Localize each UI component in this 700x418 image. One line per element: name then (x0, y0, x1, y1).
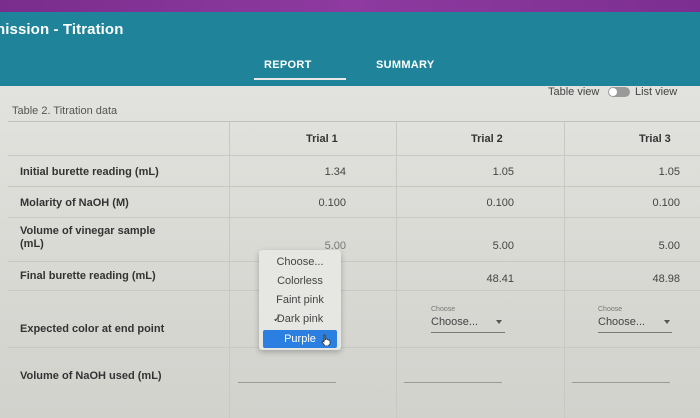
cell-vinegar-trial-2[interactable]: 5.00 (474, 240, 514, 252)
cell-final-trial-2[interactable]: 48.41 (474, 273, 514, 285)
top-accent-bar (0, 0, 700, 12)
select-underline (598, 332, 672, 333)
column-divider (229, 122, 230, 418)
cell-initial-trial-3[interactable]: 1.05 (640, 166, 680, 178)
row-label-final-burette: Final burette reading (mL) (20, 270, 156, 282)
table-caption: Table 2. Titration data (12, 105, 118, 117)
row-label-initial-burette: Initial burette reading (mL) (20, 166, 159, 178)
page-title: nission - Titration (0, 21, 124, 38)
cell-initial-trial-1[interactable]: 1.34 (306, 166, 346, 178)
cell-molarity-trial-3[interactable]: 0.100 (640, 197, 680, 209)
cell-vinegar-trial-3[interactable]: 5.00 (640, 240, 680, 252)
chevron-down-icon (664, 320, 670, 324)
cell-molarity-trial-1[interactable]: 0.100 (306, 197, 346, 209)
cell-molarity-trial-2[interactable]: 0.100 (474, 197, 514, 209)
color-select-trial-3[interactable]: Choose Choose... (598, 306, 672, 336)
select-value[interactable]: Choose... (431, 316, 478, 328)
column-divider (564, 122, 565, 418)
column-header-trial-1: Trial 1 (306, 133, 338, 145)
row-label-expected-color: Expected color at end point (20, 323, 165, 335)
select-value[interactable]: Choose... (598, 316, 645, 328)
dropdown-option-dark-pink[interactable]: Dark pink (259, 310, 341, 328)
list-view-label[interactable]: List view (635, 86, 677, 98)
tab-summary[interactable]: SUMMARY (376, 59, 435, 71)
row-divider (8, 261, 700, 262)
row-label-vinegar-volume: Volume of vinegar sample (mL) (20, 225, 156, 250)
column-header-trial-2: Trial 2 (471, 133, 503, 145)
column-header-trial-3: Trial 3 (639, 133, 671, 145)
naoh-used-input-trial-1[interactable] (238, 382, 336, 383)
chevron-down-icon (496, 320, 502, 324)
toggle-switch[interactable] (608, 87, 630, 97)
cell-initial-trial-2[interactable]: 1.05 (474, 166, 514, 178)
color-select-trial-2[interactable]: Choose Choose... (431, 306, 505, 336)
dropdown-option-choose[interactable]: Choose... (259, 253, 341, 271)
row-divider (8, 186, 700, 187)
row-label-molarity: Molarity of NaOH (M) (20, 197, 129, 209)
cell-final-trial-3[interactable]: 48.98 (640, 273, 680, 285)
naoh-used-input-trial-2[interactable] (404, 382, 502, 383)
app-header: nission - Titration REPORT SUMMARY (0, 12, 700, 86)
dropdown-option-faint-pink[interactable]: Faint pink (259, 291, 341, 309)
row-divider (8, 347, 700, 348)
toggle-knob (609, 88, 617, 96)
row-label-naoh-used: Volume of NaOH used (mL) (20, 370, 162, 382)
column-divider (396, 122, 397, 418)
row-divider (8, 217, 700, 218)
select-underline (431, 332, 505, 333)
titration-table: Trial 1 Trial 2 Trial 3 Initial burette … (8, 122, 700, 418)
select-mini-label: Choose (431, 306, 456, 313)
select-mini-label: Choose (598, 306, 623, 313)
row-divider (8, 155, 700, 156)
hand-cursor-icon (321, 334, 331, 346)
row-divider (8, 290, 700, 291)
active-tab-indicator (254, 78, 346, 80)
dropdown-option-colorless[interactable]: Colorless (259, 272, 341, 290)
table-view-label[interactable]: Table view (548, 86, 599, 98)
naoh-used-input-trial-3[interactable] (572, 382, 670, 383)
tab-report[interactable]: REPORT (264, 59, 312, 71)
